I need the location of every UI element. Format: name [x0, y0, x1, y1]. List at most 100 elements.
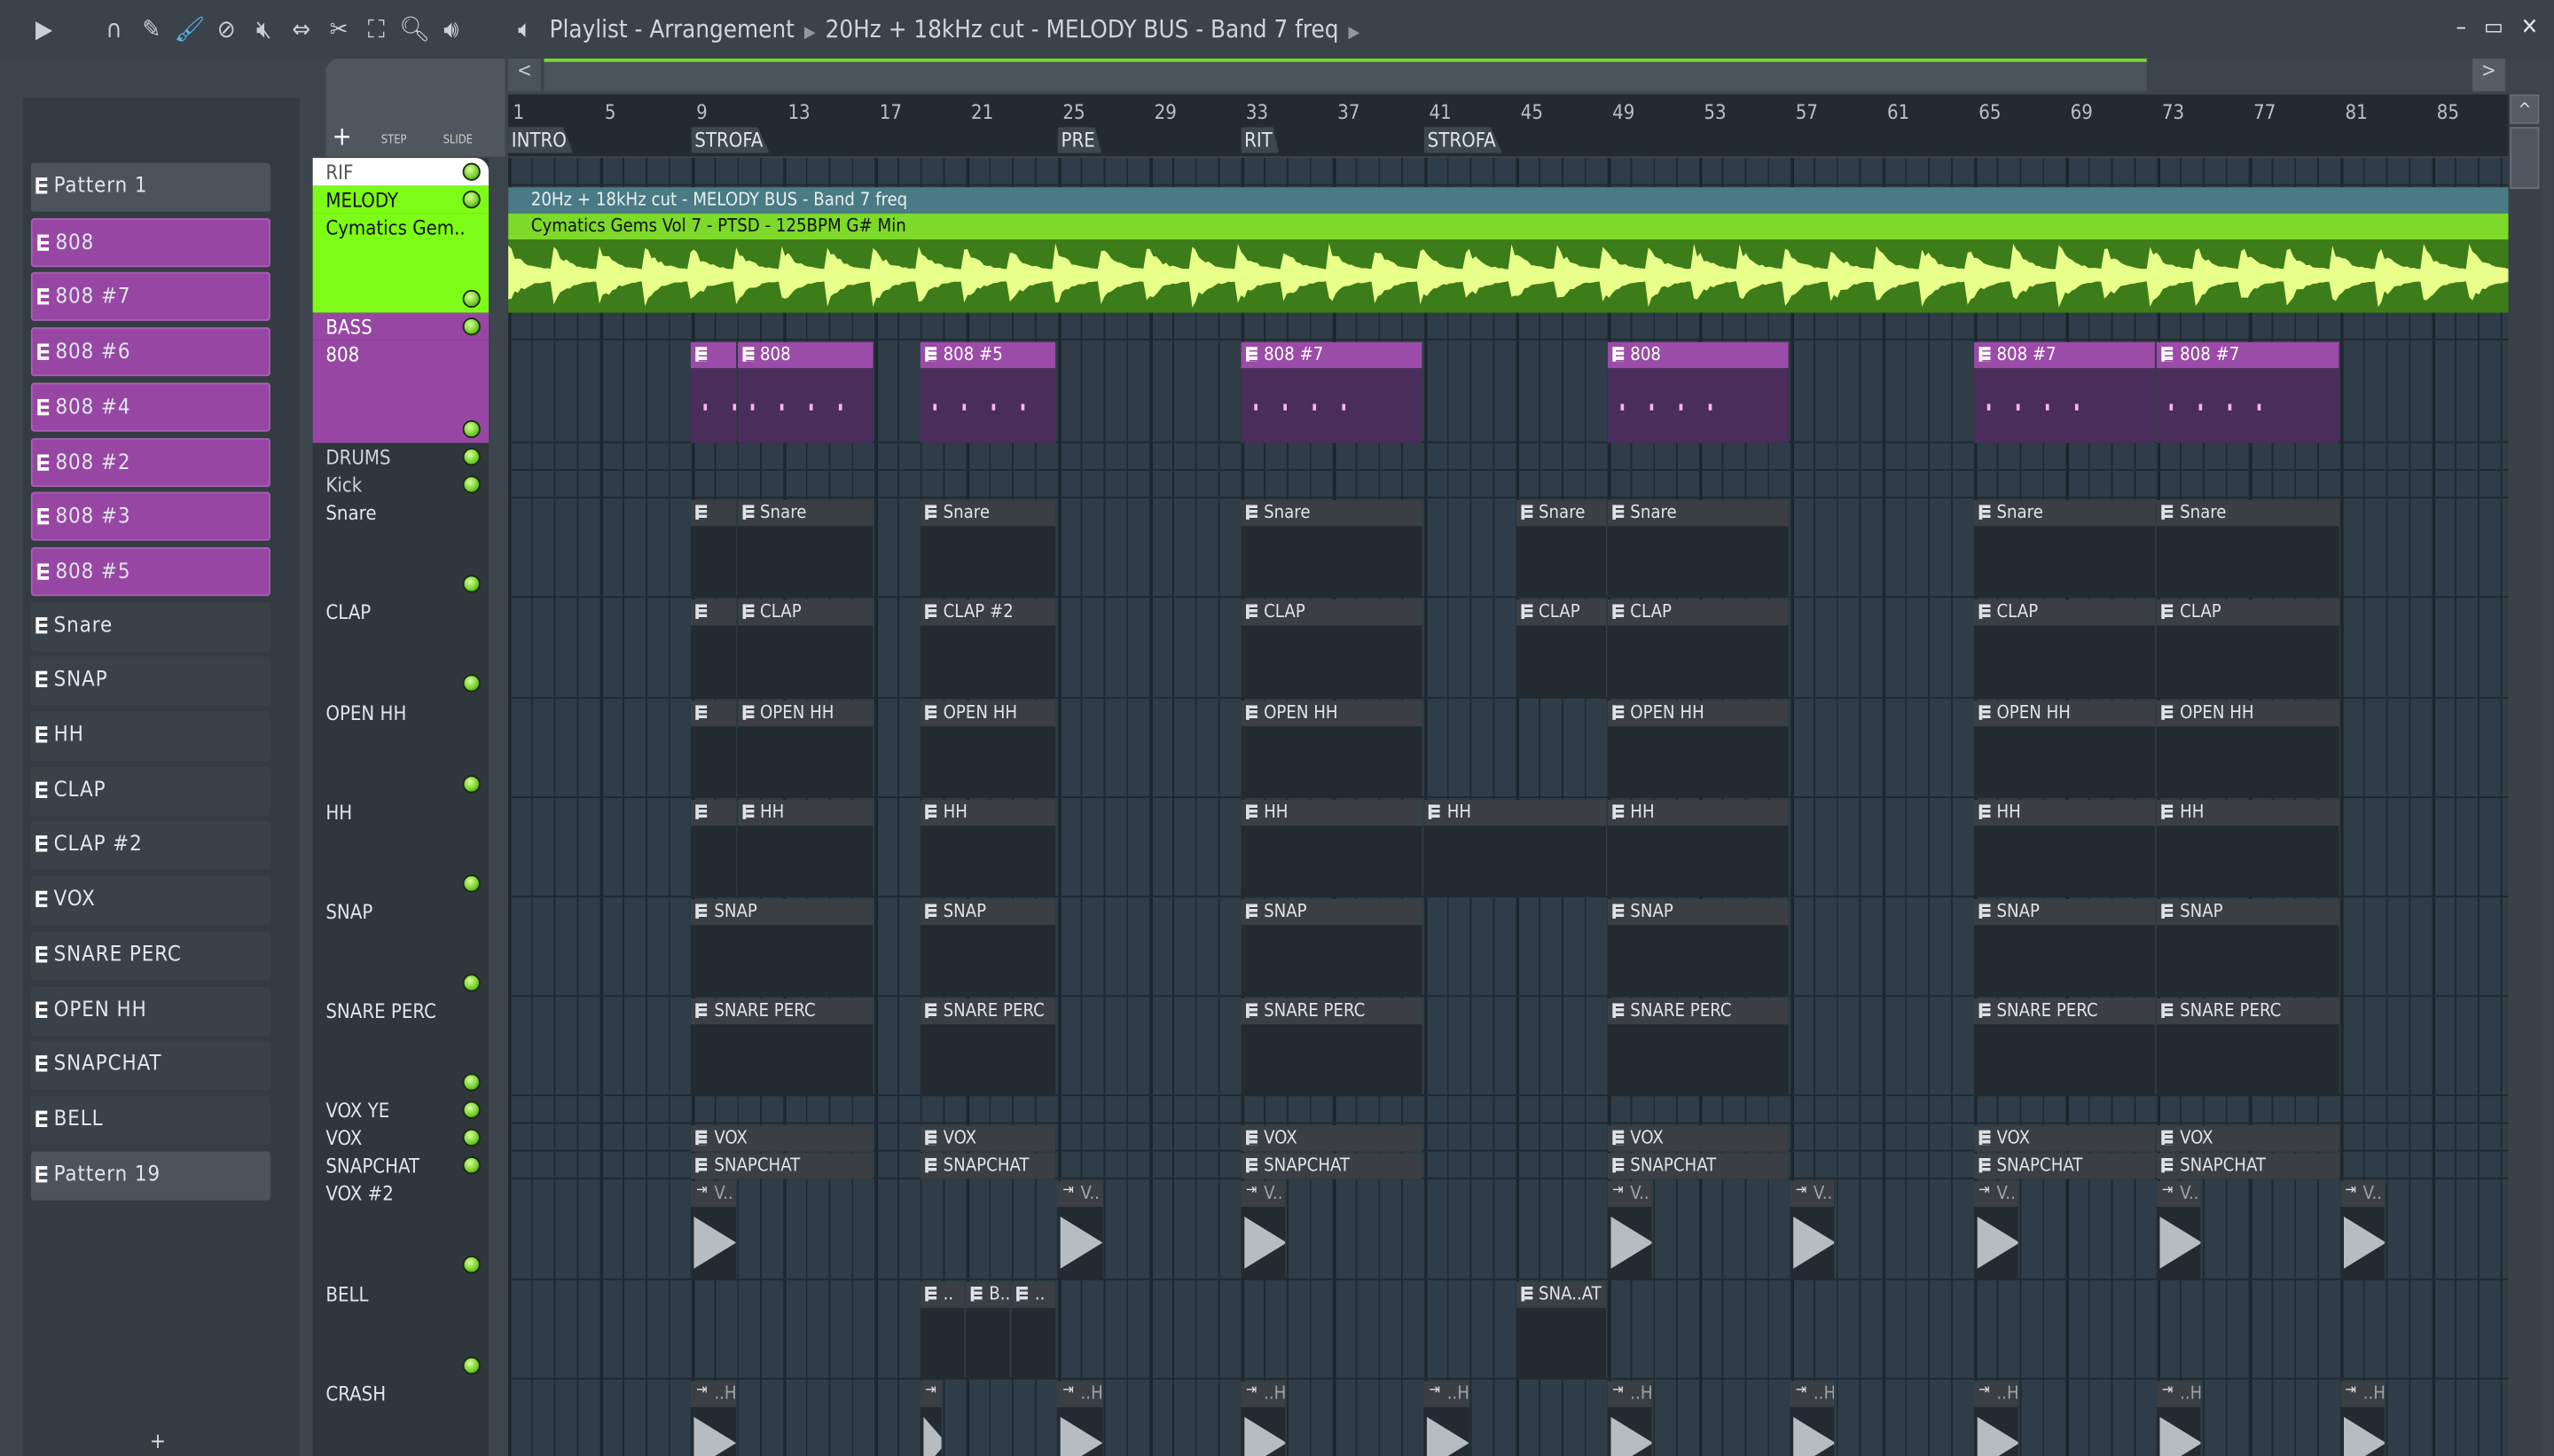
pattern-item[interactable]: Snare [31, 602, 270, 651]
pattern-clip[interactable]: OPEN HH [1608, 700, 1790, 798]
paint-icon[interactable]: 🖌︎ [175, 15, 204, 44]
pattern-item[interactable]: 808 #2 [31, 437, 270, 486]
scroll-thumb[interactable] [2510, 127, 2539, 189]
audio-clip[interactable]: ⇥ ..H [2157, 1381, 2201, 1456]
pattern-clip[interactable]: CLAP [1608, 599, 1790, 698]
playlist-grid[interactable]: 20Hz + 18kHz cut - MELODY BUS - Band 7 f… [508, 158, 2508, 1456]
track-mute-led[interactable] [463, 420, 481, 438]
pattern-item[interactable]: SNARE PERC [31, 931, 270, 980]
delete-icon[interactable]: ⊘ [212, 15, 241, 44]
pattern-clip[interactable]: VOX [1241, 1126, 1422, 1152]
breadcrumb-playlist[interactable]: Playlist - Arrangement [550, 15, 795, 44]
pattern-item[interactable]: BELL [31, 1096, 270, 1145]
pattern-item[interactable]: Pattern 19 [31, 1151, 270, 1200]
track-mute-led[interactable] [463, 475, 481, 493]
pattern-clip[interactable]: SNARE PERC [2157, 998, 2339, 1097]
playback-icon[interactable]: 🔊︎ [436, 15, 466, 44]
slice-icon[interactable]: ✂ [325, 15, 354, 44]
pattern-clip[interactable]: 808 #5 [921, 342, 1056, 443]
track-header[interactable]: Kick [313, 471, 489, 498]
pattern-clip[interactable]: CLAP [1516, 599, 1605, 698]
pattern-clip[interactable]: Snare [1974, 500, 2156, 599]
track-header[interactable]: Cymatics Gem.. [313, 214, 489, 313]
add-track-button[interactable]: + [333, 121, 352, 152]
pattern-clip[interactable] [692, 799, 736, 897]
track-header[interactable]: SNAPCHAT [313, 1152, 489, 1179]
pattern-clip[interactable]: SNARE PERC [1974, 998, 2156, 1097]
pattern-item[interactable]: VOX [31, 876, 270, 925]
pencil-icon[interactable]: ✎ [137, 15, 166, 44]
audio-clip[interactable]: ⇥ V.. [1608, 1181, 1652, 1280]
timeline-marker[interactable]: STROFA [692, 127, 770, 153]
pattern-clip[interactable]: OPEN HH [921, 700, 1056, 798]
pattern-clip[interactable]: SNAP [1241, 899, 1422, 998]
pattern-clip[interactable]: CLAP [737, 599, 873, 698]
timeline-marker[interactable]: RIT [1241, 127, 1279, 153]
track-mute-led[interactable] [463, 1256, 481, 1274]
timeline-ruler[interactable]: 1 5 9 13 17 21 25 29 33 37 41 45 49 53 57 61 65 69 73 77 81 8… [508, 95, 2508, 157]
audio-clip[interactable]: ⇥ ..H [2340, 1381, 2385, 1456]
pattern-clip[interactable]: OPEN HH [737, 700, 873, 798]
track-header[interactable]: VOX #2 [313, 1179, 489, 1279]
add-pattern-button[interactable]: + [150, 1430, 166, 1455]
pattern-clip[interactable]: Snare [1608, 500, 1790, 599]
track-mute-led[interactable] [463, 1157, 481, 1175]
audio-clip[interactable]: ⇥ ..H [1790, 1381, 1835, 1456]
play-arrow-icon[interactable]: ▶ [29, 15, 59, 44]
scroll-right-button[interactable]: > [2472, 59, 2505, 91]
pattern-item[interactable]: 808 #7 [31, 272, 270, 321]
audio-clip[interactable]: ⇥ V.. [692, 1181, 736, 1280]
audio-clip[interactable]: ⇥ V.. [1790, 1181, 1835, 1280]
pattern-clip[interactable]: SNAP [2157, 899, 2339, 998]
magnet-icon[interactable]: ∩ [99, 15, 129, 44]
pattern-clip[interactable]: .. [921, 1281, 965, 1380]
pattern-clip[interactable]: 808 [1608, 342, 1790, 443]
pattern-clip[interactable]: CLAP [1974, 599, 2156, 698]
pattern-item[interactable]: HH [31, 712, 270, 761]
close-button[interactable]: ✕ [2515, 13, 2544, 43]
pattern-clip[interactable]: SNA..AT [1516, 1281, 1605, 1380]
pattern-item[interactable]: OPEN HH [31, 986, 270, 1035]
track-header[interactable]: MELODY [313, 185, 489, 213]
pattern-clip[interactable]: Snare [921, 500, 1056, 599]
track-mute-led[interactable] [463, 675, 481, 693]
pattern-clip[interactable]: CLAP [2157, 599, 2339, 698]
track-header[interactable]: BASS [313, 313, 489, 341]
pattern-item[interactable]: 808 #5 [31, 547, 270, 596]
audio-clip[interactable]: ⇥ V.. [1241, 1181, 1285, 1280]
pattern-clip[interactable]: VOX [2157, 1126, 2339, 1152]
track-mute-led[interactable] [463, 191, 481, 208]
pattern-item[interactable]: SNAP [31, 657, 270, 706]
track-mute-led[interactable] [463, 775, 481, 793]
pattern-item[interactable]: SNAPCHAT [31, 1041, 270, 1090]
pattern-item[interactable]: 808 #3 [31, 492, 270, 541]
track-header[interactable]: RIF [313, 158, 489, 185]
track-mute-led[interactable] [463, 874, 481, 892]
pattern-clip[interactable]: 808 [737, 342, 873, 443]
step-toggle[interactable]: STEP [381, 134, 407, 147]
audio-clip-melody[interactable]: Cymatics Gems Vol 7 - PTSD - 125BPM G# M… [508, 214, 2508, 313]
audio-clip[interactable]: ⇥ V.. [2157, 1181, 2201, 1280]
pattern-clip[interactable]: SNAPCHAT [1241, 1154, 1422, 1179]
track-header[interactable]: HH [313, 797, 489, 896]
pattern-clip[interactable]: OPEN HH [2157, 700, 2339, 798]
minimize-button[interactable]: – [2447, 13, 2476, 43]
pattern-clip[interactable]: SNARE PERC [921, 998, 1056, 1097]
audio-clip[interactable]: ⇥ ..H [1241, 1381, 1285, 1456]
pattern-clip[interactable]: SNAP [1974, 899, 2156, 998]
track-mute-led[interactable] [463, 974, 481, 991]
pattern-clip[interactable] [692, 342, 736, 443]
audio-clip[interactable]: ⇥ ..H [1058, 1381, 1102, 1456]
pattern-clip[interactable] [692, 700, 736, 798]
audio-clip[interactable]: ⇥ ..H [1974, 1381, 2018, 1456]
pattern-item[interactable]: 808 [31, 218, 270, 267]
pattern-clip[interactable]: SNAPCHAT [1974, 1154, 2156, 1179]
audio-clip[interactable]: ⇥ V.. [2340, 1181, 2385, 1280]
breadcrumb-target[interactable]: 20Hz + 18kHz cut - MELODY BUS - Band 7 f… [826, 15, 1339, 44]
pattern-clip[interactable]: SNAPCHAT [692, 1154, 874, 1179]
track-mute-led[interactable] [463, 1074, 481, 1092]
track-mute-led[interactable] [463, 448, 481, 466]
pattern-clip[interactable]: SNAPCHAT [1608, 1154, 1790, 1179]
timeline-marker[interactable]: STROFA [1424, 127, 1502, 153]
audio-clip[interactable]: ⇥ ..H [1424, 1381, 1469, 1456]
